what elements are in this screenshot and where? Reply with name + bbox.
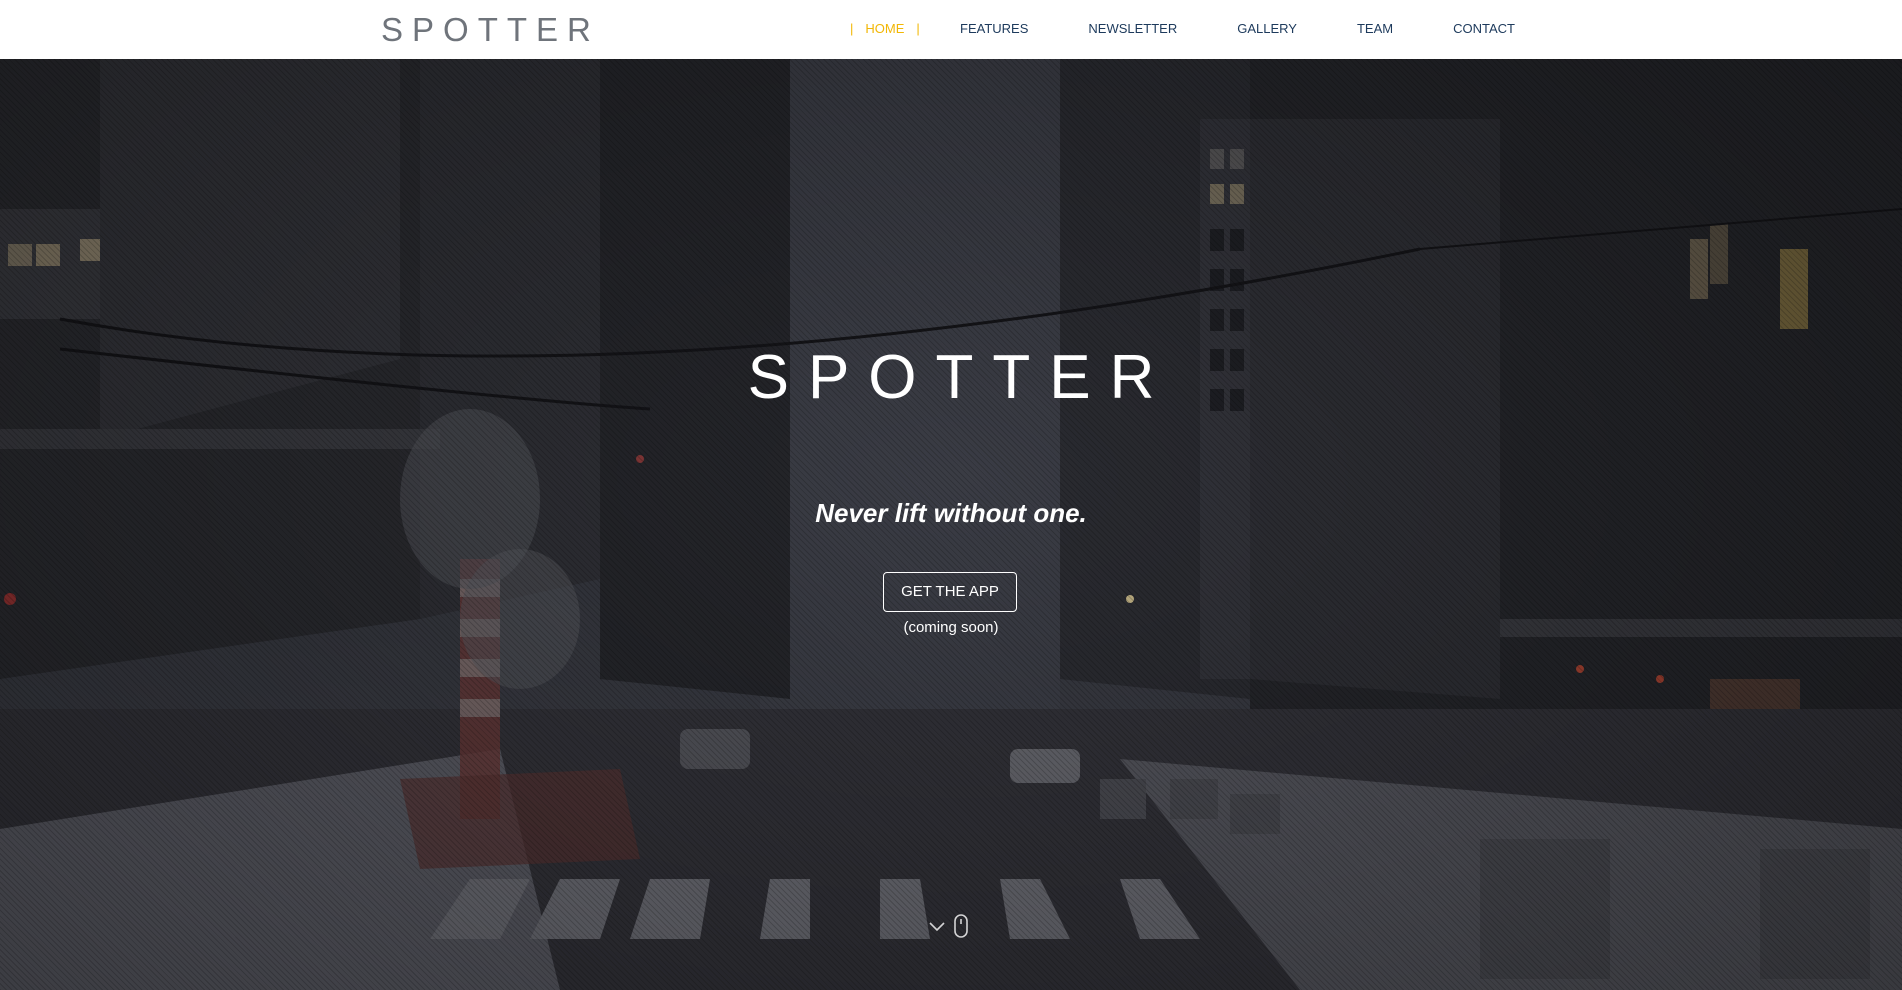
nav-link-contact[interactable]: CONTACT — [1453, 20, 1515, 38]
mouse-scroll-icon[interactable] — [928, 912, 972, 946]
top-navbar: SPOTTER | HOME | FEATURES NEWSLETTER GALLE… — [0, 0, 1902, 59]
active-separator-right: | — [916, 21, 920, 36]
nav-home-label: HOME — [865, 21, 905, 36]
get-the-app-button[interactable]: GET THE APP — [883, 572, 1017, 612]
nav-link-gallery[interactable]: GALLERY — [1237, 20, 1297, 38]
nav-link-newsletter[interactable]: NEWSLETTER — [1088, 20, 1177, 38]
nav-link-home[interactable]: | HOME | — [850, 20, 920, 38]
scroll-down-icon — [929, 914, 968, 938]
brand-logo[interactable]: SPOTTER — [381, 12, 600, 48]
nav-link-team[interactable]: TEAM — [1357, 20, 1393, 38]
active-separator-left: | — [850, 21, 854, 36]
coming-soon-note: (coming soon) — [903, 619, 999, 636]
hero-tagline: Never lift without one. — [815, 498, 1087, 528]
nav-link-features[interactable]: FEATURES — [960, 20, 1028, 38]
hero-title: SPOTTER — [747, 343, 1174, 412]
main-nav: | HOME | FEATURES NEWSLETTER GALLERY TEAM … — [850, 20, 1515, 38]
